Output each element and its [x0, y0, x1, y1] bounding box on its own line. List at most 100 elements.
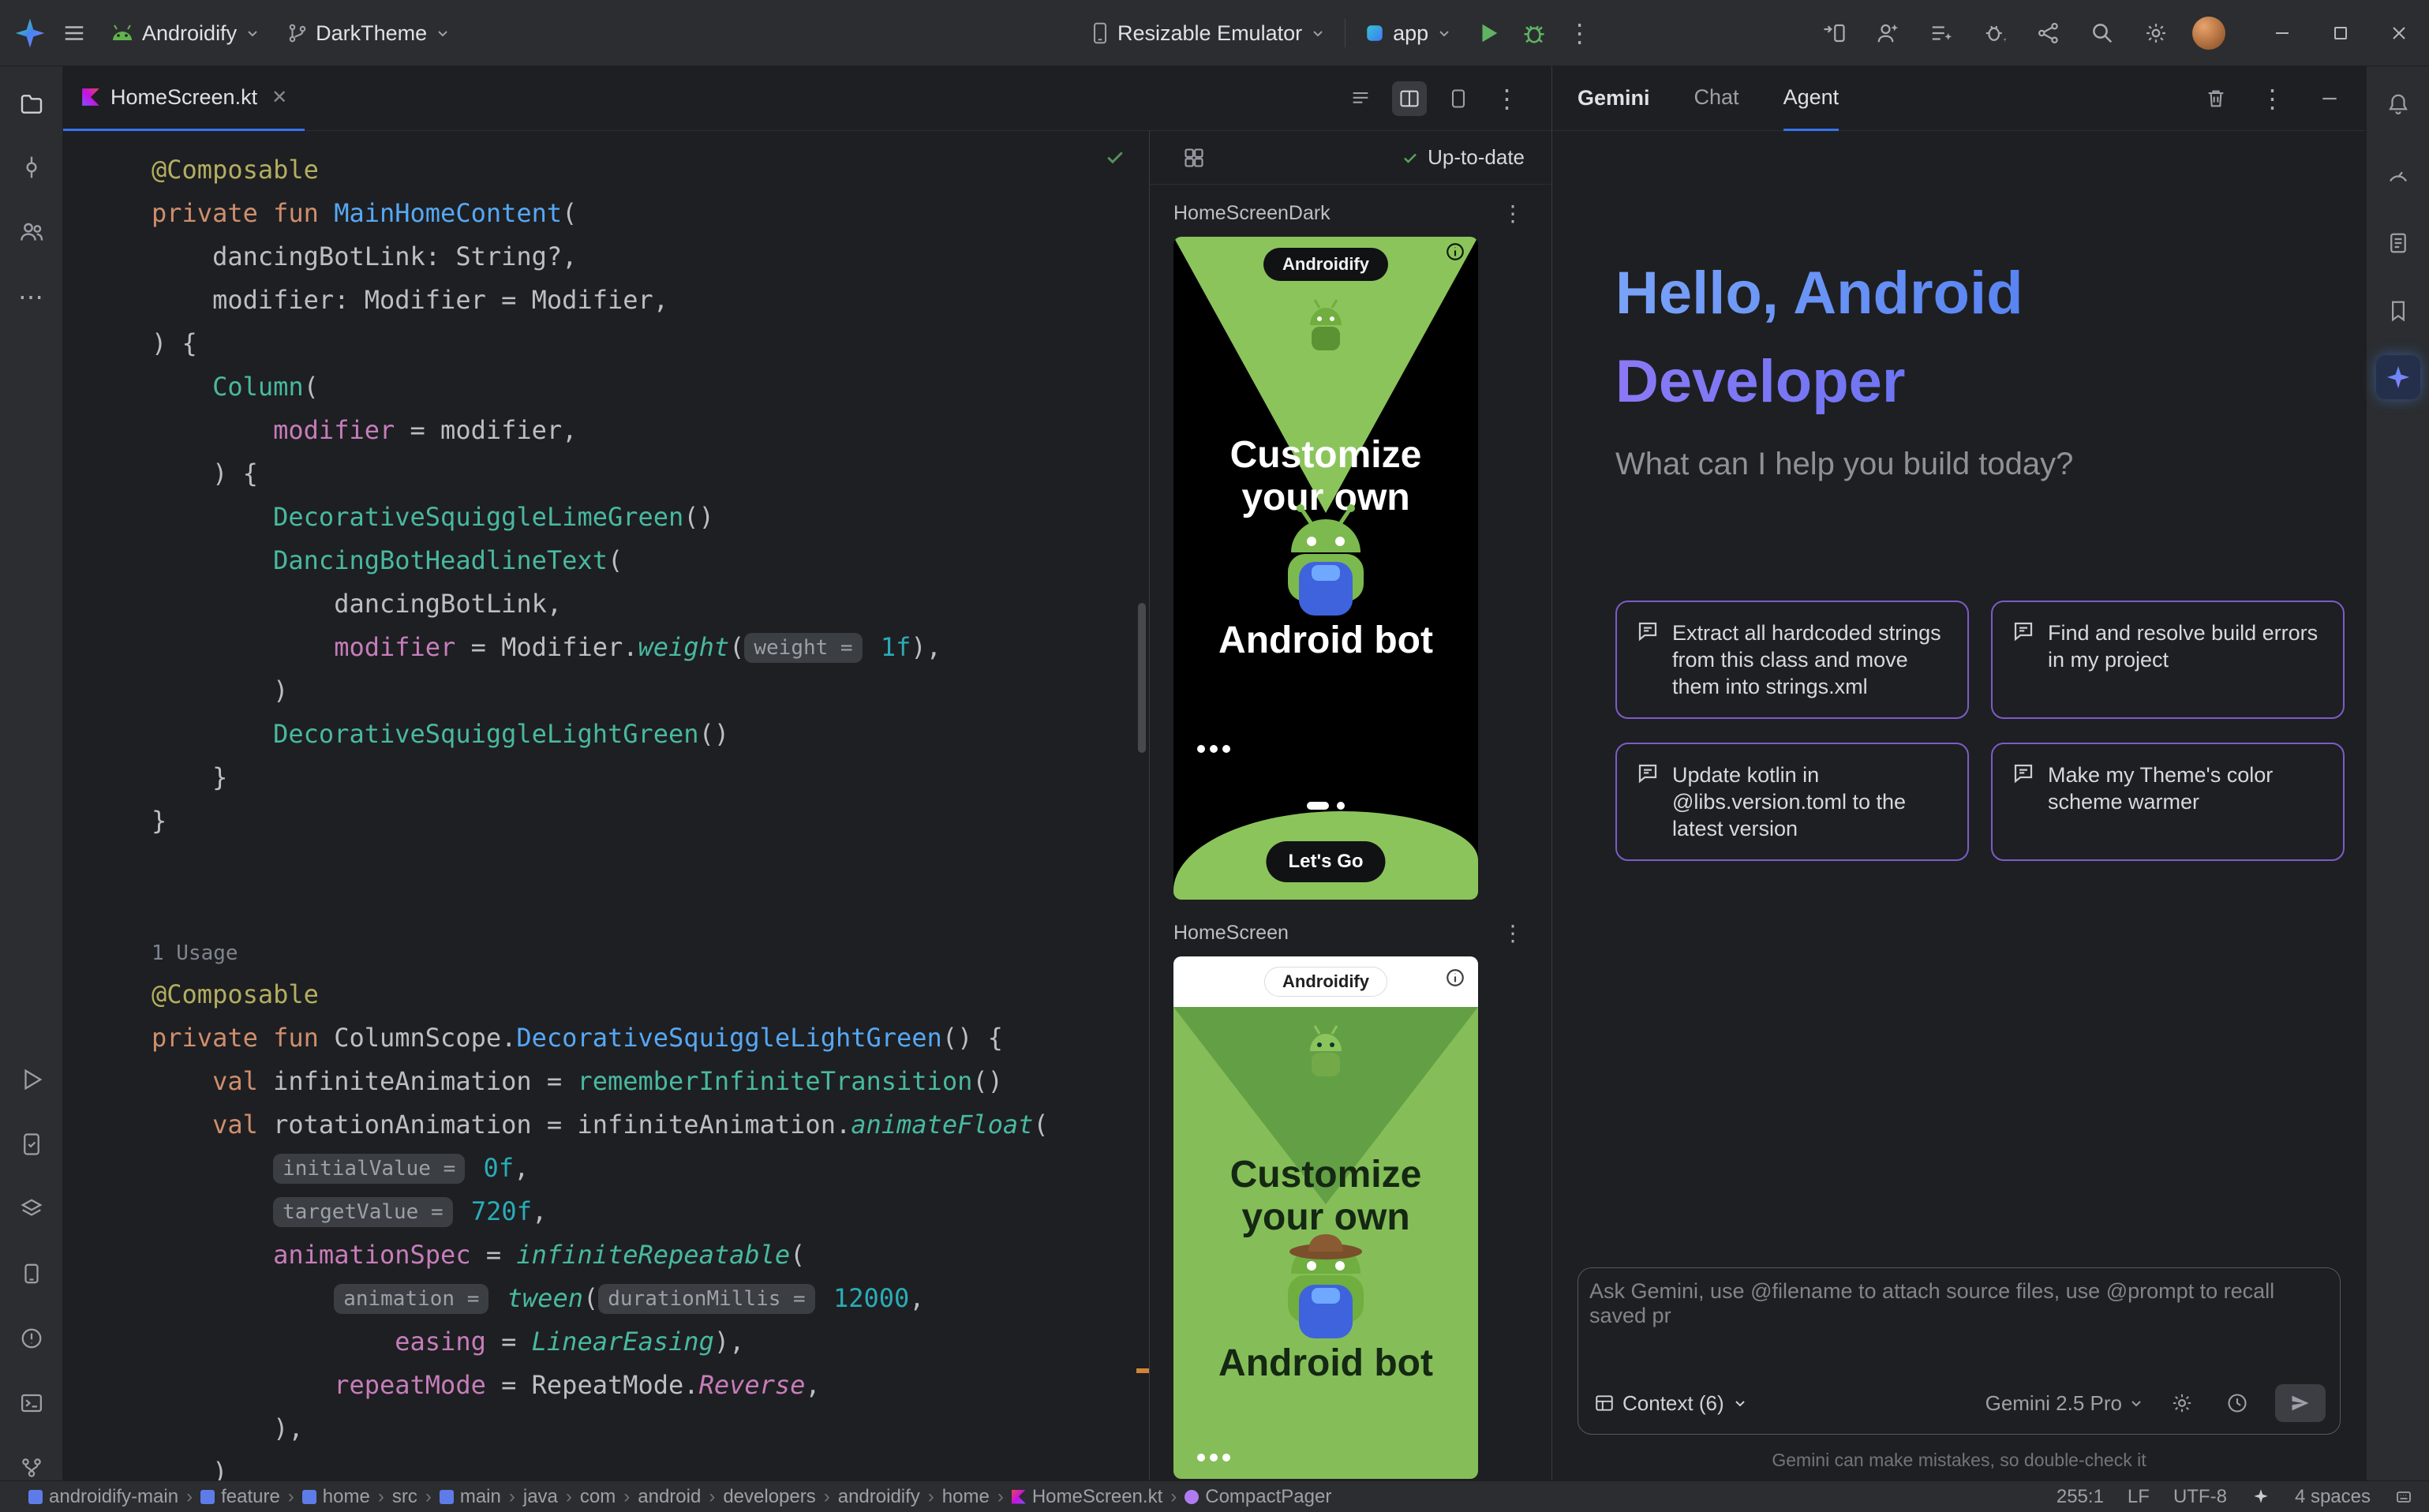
breadcrumb-item[interactable]: android — [638, 1486, 701, 1508]
terminal-tool-button[interactable] — [9, 1381, 54, 1425]
preview-options-icon[interactable]: ⋮ — [1502, 200, 1525, 226]
editor-more-button[interactable]: ⋮ — [1490, 81, 1525, 116]
code-line: repeatMode = RepeatMode.Reverse, — [152, 1364, 1130, 1407]
gemini-tool-button[interactable] — [2376, 355, 2420, 399]
bookmarks-tool-button[interactable] — [2376, 289, 2420, 333]
gemini-suggestion-card[interactable]: Make my Theme's color scheme warmer — [1991, 743, 2345, 861]
context-selector[interactable]: Context (6) — [1594, 1391, 1748, 1416]
code-token — [152, 502, 273, 532]
model-selector[interactable]: Gemini 2.5 Pro — [1985, 1391, 2144, 1416]
profiler-tool-button[interactable] — [2376, 153, 2420, 197]
info-icon — [1445, 967, 1465, 988]
history-button[interactable] — [2220, 1386, 2255, 1420]
caret-position[interactable]: 255:1 — [2057, 1486, 2104, 1508]
maximize-button[interactable] — [2323, 16, 2358, 51]
project-tool-button[interactable] — [9, 82, 54, 126]
breadcrumb-item[interactable]: feature — [200, 1486, 280, 1508]
code-token — [456, 1196, 471, 1226]
tab-chat[interactable]: Chat — [1694, 66, 1739, 131]
gemini-suggestion-card[interactable]: Extract all hardcoded strings from this … — [1615, 601, 1969, 719]
more-vertical-icon: ⋮ — [2260, 84, 2286, 114]
task-list-button[interactable] — [1924, 16, 1959, 51]
device-mirroring-button[interactable] — [1817, 16, 1851, 51]
breadcrumb-item[interactable]: developers — [723, 1486, 815, 1508]
code-token: ColumnScope. — [334, 1023, 516, 1053]
ui-check-tool-button[interactable] — [9, 1122, 54, 1166]
search-everywhere-button[interactable] — [2085, 16, 2120, 51]
logcat-tool-button[interactable] — [2376, 221, 2420, 265]
gemini-prompt-input[interactable] — [1589, 1279, 2329, 1366]
minimize-button[interactable] — [2265, 16, 2300, 51]
code-view-button[interactable] — [1343, 81, 1378, 116]
more-tools-button[interactable]: ⋯ — [9, 275, 54, 319]
debug-button[interactable] — [1517, 16, 1551, 51]
editor-config-icon[interactable] — [2394, 1488, 2413, 1506]
send-button[interactable] — [2275, 1384, 2326, 1422]
inspection-ok-icon[interactable] — [1103, 145, 1127, 169]
breadcrumb-item[interactable]: home — [942, 1486, 990, 1508]
gemini-suggestion-card[interactable]: Update kotlin in @libs.version.toml to t… — [1615, 743, 1969, 861]
mini-bot-icon — [1301, 1024, 1351, 1080]
run-config-selector[interactable]: app — [1357, 13, 1460, 54]
tab-title: HomeScreen.kt — [110, 85, 257, 110]
problems-tool-button[interactable] — [9, 1316, 54, 1360]
preview-gallery-button[interactable] — [1177, 140, 1211, 175]
editor-scrollbar[interactable] — [1138, 603, 1146, 753]
device-manager-tool-button[interactable] — [9, 1252, 54, 1296]
breadcrumb-item[interactable]: androidify-main — [28, 1486, 178, 1508]
grid-view-icon — [1183, 147, 1205, 169]
main-menu-button[interactable] — [57, 16, 92, 51]
code-token: @Composable — [152, 979, 319, 1009]
project-selector[interactable]: Androidify — [103, 13, 268, 54]
breadcrumb-item[interactable]: androidify — [838, 1486, 920, 1508]
breadcrumb-item[interactable]: CompactPager — [1185, 1486, 1331, 1508]
user-avatar[interactable] — [2192, 17, 2225, 50]
breadcrumb-item[interactable]: main — [440, 1486, 501, 1508]
tab-agent[interactable]: Agent — [1783, 66, 1840, 131]
file-encoding[interactable]: UTF-8 — [2173, 1486, 2227, 1508]
tab-close-icon[interactable]: ✕ — [271, 86, 287, 109]
build-variants-tool-button[interactable] — [9, 1187, 54, 1231]
warning-stripe-mark[interactable] — [1136, 1368, 1149, 1373]
gemini-star-icon — [2385, 364, 2412, 391]
lets-go-button[interactable]: Let's Go — [1266, 841, 1385, 882]
gemini-input-box[interactable]: Context (6) Gemini 2.5 Pro — [1578, 1267, 2341, 1435]
vcs-branch-selector[interactable]: DarkTheme — [279, 13, 458, 54]
breadcrumb-item[interactable]: src — [392, 1486, 417, 1508]
ai-status-icon[interactable] — [2251, 1487, 2271, 1507]
breadcrumb-item[interactable]: com — [580, 1486, 616, 1508]
gemini-debug-button[interactable] — [1978, 16, 2012, 51]
gemini-more-button[interactable]: ⋮ — [2255, 81, 2290, 116]
settings-button[interactable] — [2139, 16, 2173, 51]
android-studio-logo-icon — [14, 17, 46, 49]
indent-setting[interactable]: 4 spaces — [2295, 1486, 2371, 1508]
gemini-settings-button[interactable] — [2165, 1386, 2199, 1420]
close-button[interactable] — [2382, 16, 2416, 51]
device-selector[interactable]: Resizable Emulator — [1083, 13, 1334, 54]
design-view-button[interactable] — [1441, 81, 1476, 116]
run-button[interactable] — [1471, 16, 1506, 51]
breadcrumb-item[interactable]: java — [523, 1486, 558, 1508]
people-icon — [19, 219, 44, 245]
commit-tool-button[interactable] — [9, 145, 54, 189]
notifications-button[interactable] — [2376, 82, 2420, 126]
editor-tab-homescreen[interactable]: HomeScreen.kt ✕ — [63, 66, 305, 131]
hide-panel-button[interactable] — [2312, 81, 2347, 116]
preview-homescreen[interactable]: Androidify Customize your own Android bo… — [1173, 956, 1478, 1479]
breadcrumb-item[interactable]: HomeScreen.kt — [1012, 1486, 1162, 1508]
code-token: 1 Usage — [152, 941, 238, 965]
code-editor[interactable]: @Composableprivate fun MainHomeContent( … — [63, 131, 1149, 1480]
pull-requests-tool-button[interactable] — [9, 210, 54, 254]
code-token: 0f — [484, 1153, 515, 1183]
run-tool-button[interactable] — [9, 1057, 54, 1102]
split-view-button[interactable] — [1392, 81, 1427, 116]
delete-conversation-button[interactable] — [2199, 81, 2233, 116]
line-separator[interactable]: LF — [2128, 1486, 2150, 1508]
gemini-suggestion-card[interactable]: Find and resolve build errors in my proj… — [1991, 601, 2345, 719]
gemini-share-button[interactable] — [2031, 16, 2066, 51]
breadcrumb-item[interactable]: home — [302, 1486, 370, 1508]
preview-homescreendark[interactable]: Androidify Customize your own Android bo… — [1173, 237, 1478, 900]
more-run-actions-button[interactable]: ⋮ — [1563, 16, 1597, 51]
gemini-profile-button[interactable] — [1870, 16, 1905, 51]
preview-options-icon[interactable]: ⋮ — [1502, 920, 1525, 946]
